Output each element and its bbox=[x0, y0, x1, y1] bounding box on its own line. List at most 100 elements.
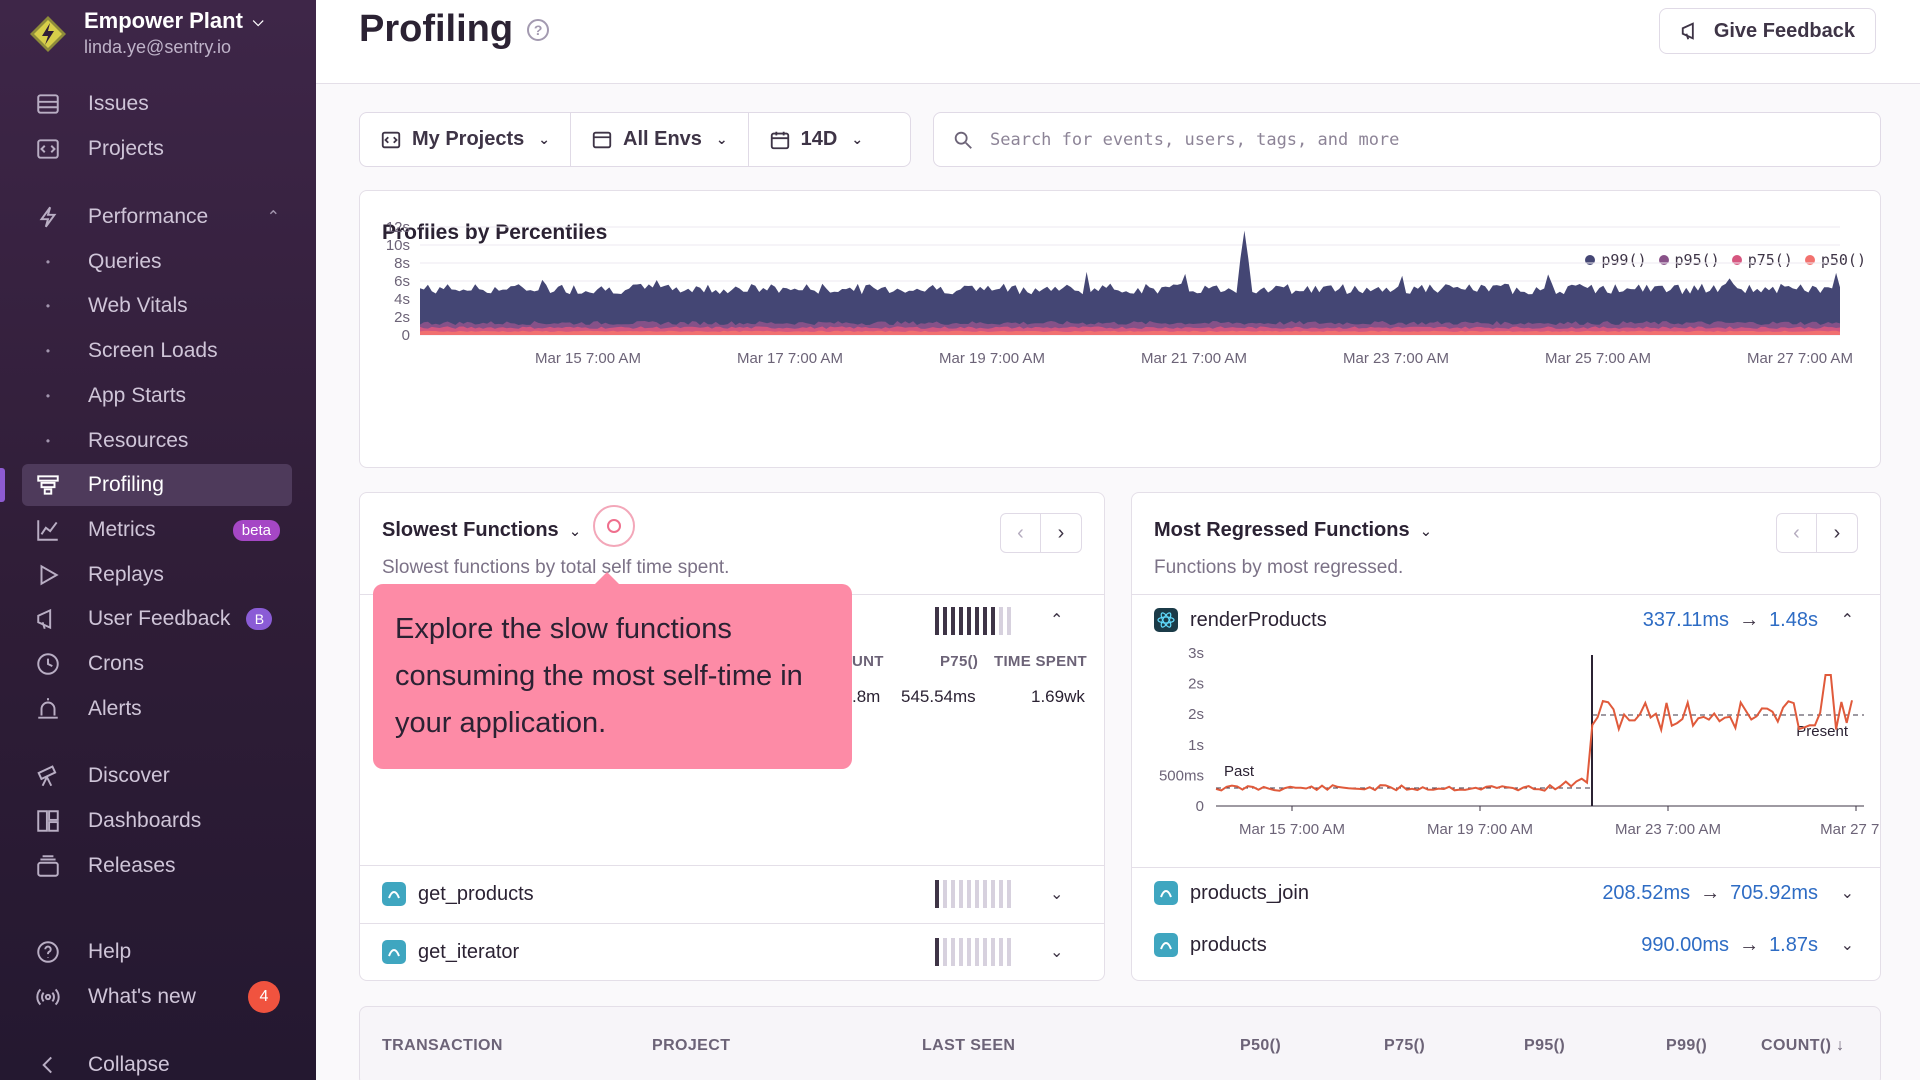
sidebar-item-metrics[interactable]: Metrics beta bbox=[22, 509, 292, 551]
org-switcher[interactable]: Empower Plant ⌵ linda.ye@sentry.io bbox=[28, 8, 264, 58]
sidebar-item-user-feedback[interactable]: User Feedback B bbox=[22, 598, 292, 640]
slowest-functions-dropdown[interactable]: Slowest Functions ⌄ bbox=[382, 519, 581, 542]
sidebar-item-discover[interactable]: Discover bbox=[22, 755, 292, 797]
chevron-down-icon: ⌵ bbox=[252, 12, 264, 29]
search-input[interactable]: Search for events, users, tags, and more bbox=[933, 112, 1881, 167]
percentiles-chart[interactable]: 02s4s6s8s10s12s Mar 15 7:00 AM Mar 17 7:00… bbox=[360, 191, 1880, 467]
sidebar-item-label: Crons bbox=[88, 652, 145, 675]
bullet-icon: • bbox=[45, 434, 51, 448]
column-project[interactable]: PROJECT bbox=[652, 1037, 730, 1055]
function-name: get_iterator bbox=[418, 940, 520, 963]
clock-icon bbox=[22, 651, 74, 677]
search-icon bbox=[954, 131, 972, 149]
x-tick-label: Mar 19 7:00 AM bbox=[939, 350, 1045, 367]
sidebar-item-whats-new[interactable]: What's new 4 bbox=[22, 976, 292, 1018]
chevron-down-icon: ⌄ bbox=[538, 131, 550, 147]
sidebar-item-label: Screen Loads bbox=[88, 339, 218, 362]
sidebar-item-label: Profiling bbox=[88, 473, 164, 496]
next-page-button[interactable]: › bbox=[1817, 514, 1857, 552]
function-row-expanded[interactable]: renderProducts 337.11ms → 1.48s ⌃ bbox=[1132, 595, 1880, 645]
x-tick-label: Mar 25 7:00 AM bbox=[1545, 350, 1651, 367]
column-count[interactable]: COUNT() ↓ bbox=[1761, 1037, 1845, 1055]
sidebar-item-app-starts[interactable]: • App Starts bbox=[22, 375, 292, 417]
y-tick-label: 1s bbox=[1188, 737, 1204, 754]
chevron-down-icon[interactable]: ⌄ bbox=[1841, 935, 1854, 955]
next-page-button[interactable]: › bbox=[1041, 514, 1081, 552]
sidebar-item-screen-loads[interactable]: • Screen Loads bbox=[22, 330, 292, 372]
column-p95[interactable]: P95() bbox=[1524, 1037, 1565, 1055]
onboarding-pulse-indicator[interactable] bbox=[593, 505, 635, 547]
sidebar-item-help[interactable]: Help bbox=[22, 931, 292, 973]
sidebar-item-replays[interactable]: Replays bbox=[22, 554, 292, 596]
sidebar-item-label: User Feedback bbox=[88, 607, 231, 630]
column-p50[interactable]: P50() bbox=[1240, 1037, 1281, 1055]
sidebar-item-issues[interactable]: Issues bbox=[22, 83, 292, 125]
function-row[interactable]: get_products ⌄ bbox=[360, 865, 1104, 923]
sidebar-item-profiling[interactable]: Profiling bbox=[22, 464, 292, 506]
previous-page-button[interactable]: ‹ bbox=[1777, 514, 1817, 552]
chevron-down-icon[interactable]: ⌄ bbox=[1841, 883, 1854, 903]
sidebar-item-alerts[interactable]: Alerts bbox=[22, 688, 292, 730]
most-regressed-subtitle: Functions by most regressed. bbox=[1154, 557, 1404, 578]
sidebar-collapse-button[interactable]: Collapse bbox=[22, 1044, 292, 1080]
regression-values: 337.11ms → 1.48s bbox=[1643, 609, 1818, 632]
x-tick-label: Mar 17 7:00 AM bbox=[737, 350, 843, 367]
environment-filter[interactable]: All Envs ⌄ bbox=[571, 113, 749, 166]
environment-filter-label: All Envs bbox=[623, 128, 702, 150]
x-tick-label: Mar 19 7:00 AM bbox=[1427, 821, 1533, 838]
date-filter[interactable]: 14D ⌄ bbox=[749, 113, 883, 166]
sidebar-item-label: Queries bbox=[88, 250, 162, 273]
function-name: products bbox=[1190, 933, 1267, 956]
sidebar-item-releases[interactable]: Releases bbox=[22, 845, 292, 887]
bullet-icon: • bbox=[45, 344, 51, 358]
most-regressed-dropdown[interactable]: Most Regressed Functions ⌄ bbox=[1154, 519, 1432, 542]
arrow-right-icon: → bbox=[1739, 608, 1760, 631]
series-area-p99 bbox=[420, 230, 1840, 335]
x-tick-label: Mar 21 7:00 AM bbox=[1141, 350, 1247, 367]
x-tick-label: Mar 27 7:0 bbox=[1820, 821, 1880, 838]
sidebar-item-performance[interactable]: Performance ⌃ bbox=[22, 196, 292, 238]
sidebar-item-web-vitals[interactable]: • Web Vitals bbox=[22, 285, 292, 327]
column-p99[interactable]: P99() bbox=[1666, 1037, 1707, 1055]
chevron-down-icon: ⌄ bbox=[715, 131, 728, 147]
function-row[interactable]: products 990.00ms → 1.87s ⌄ bbox=[1132, 919, 1880, 971]
date-filter-label: 14D bbox=[800, 128, 838, 150]
releases-icon bbox=[22, 853, 74, 879]
issues-icon bbox=[22, 91, 74, 117]
function-row[interactable]: get_iterator ⌄ bbox=[360, 923, 1104, 981]
projects-icon bbox=[22, 136, 74, 162]
project-filter[interactable]: My Projects ⌄ bbox=[360, 113, 571, 166]
chevron-up-icon[interactable]: ⌃ bbox=[1841, 610, 1854, 630]
play-icon bbox=[22, 562, 74, 588]
regression-values: 208.52ms → 705.92ms bbox=[1602, 882, 1818, 905]
y-tick-label: 0 bbox=[1196, 798, 1204, 815]
help-icon[interactable]: ? bbox=[527, 18, 550, 41]
y-tick-label: 2s bbox=[1188, 706, 1204, 723]
column-p75[interactable]: P75() bbox=[1384, 1037, 1425, 1055]
sidebar-item-label: Web Vitals bbox=[88, 294, 188, 317]
y-tick-label: 4s bbox=[394, 291, 410, 308]
project-filter-label: My Projects bbox=[412, 128, 525, 150]
collapse-button[interactable]: ⌃ bbox=[1050, 610, 1063, 630]
function-row[interactable]: products_join 208.52ms → 705.92ms ⌄ bbox=[1132, 867, 1880, 919]
before-value: 337.11ms bbox=[1642, 608, 1730, 631]
sidebar-item-label: Dashboards bbox=[88, 809, 202, 832]
sidebar-item-queries[interactable]: • Queries bbox=[22, 241, 292, 283]
onboarding-tooltip[interactable]: Explore the slow functions consuming the… bbox=[373, 572, 852, 769]
column-transaction[interactable]: TRANSACTION bbox=[382, 1037, 503, 1055]
chevron-down-icon[interactable]: ⌄ bbox=[1050, 942, 1063, 962]
give-feedback-button[interactable]: Give Feedback bbox=[1658, 8, 1876, 54]
regression-chart[interactable]: 0 500ms 1s 2s 2s 3s Mar 15 7:00 AM Mar 19 7:00 … bbox=[1132, 645, 1880, 865]
chevron-down-icon[interactable]: ⌄ bbox=[1050, 884, 1063, 904]
column-last-seen[interactable]: LAST SEEN bbox=[922, 1037, 1015, 1055]
previous-page-button[interactable]: ‹ bbox=[1001, 514, 1041, 552]
chevron-left-icon bbox=[22, 1052, 74, 1078]
sidebar-item-crons[interactable]: Crons bbox=[22, 643, 292, 685]
count-value: .8m bbox=[852, 687, 881, 706]
sidebar-item-projects[interactable]: Projects bbox=[22, 128, 292, 170]
y-tick-label: 12s bbox=[386, 219, 410, 236]
y-tick-label: 10s bbox=[386, 237, 410, 254]
sidebar-item-resources[interactable]: • Resources bbox=[22, 420, 292, 462]
arrow-right-icon: → bbox=[1739, 933, 1760, 956]
sidebar-item-dashboards[interactable]: Dashboards bbox=[22, 800, 292, 842]
